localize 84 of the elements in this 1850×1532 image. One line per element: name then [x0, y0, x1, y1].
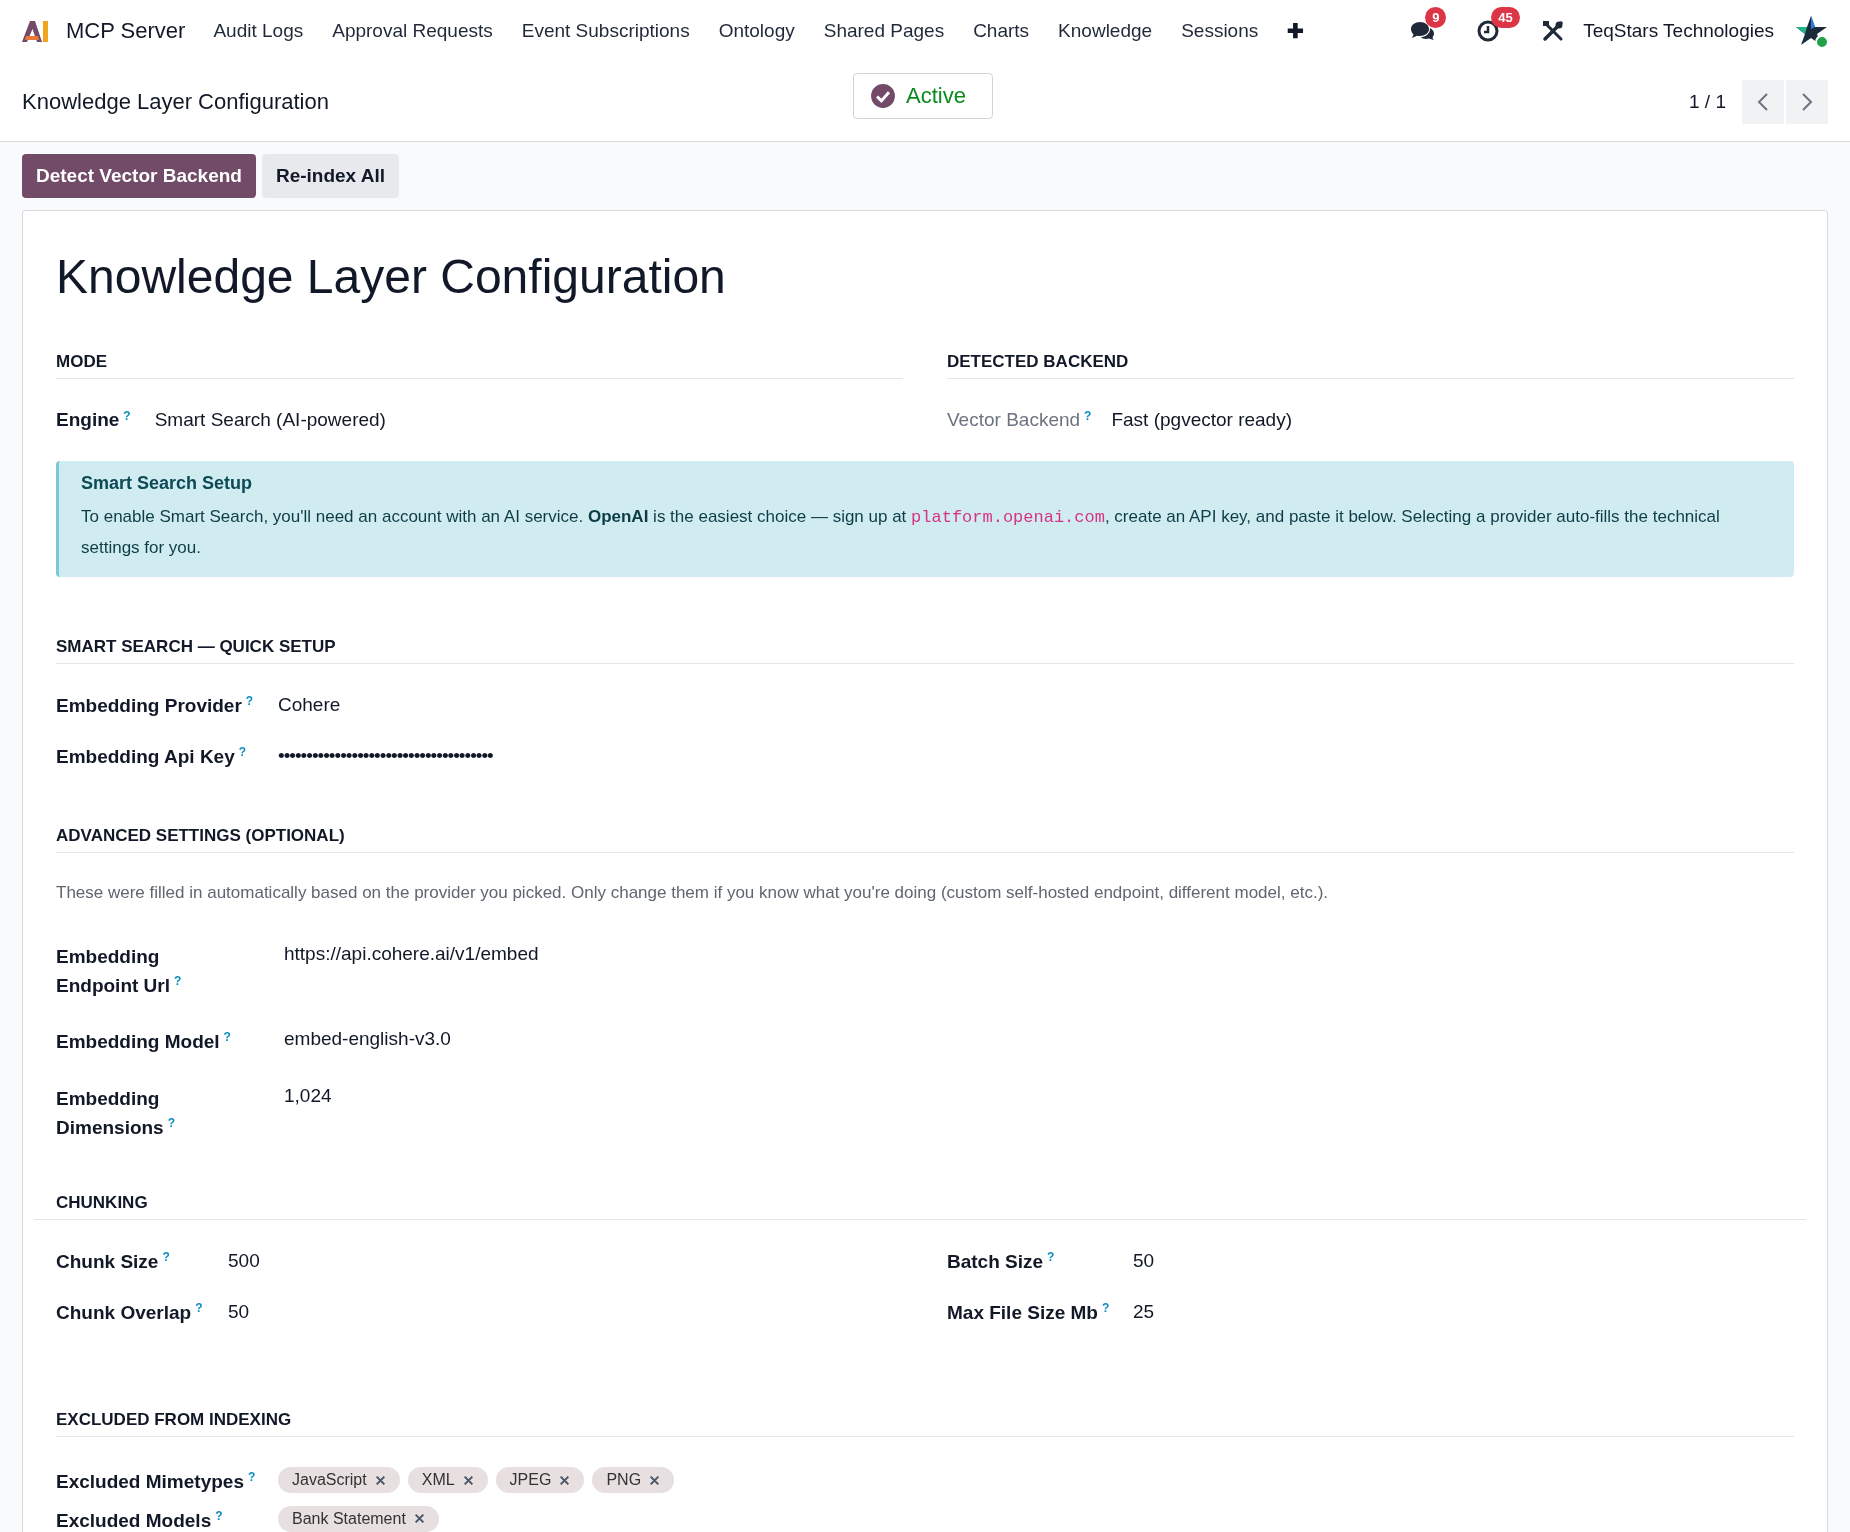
field-label: Engine [56, 409, 120, 431]
field-value[interactable]: 500 [228, 1249, 260, 1272]
alert-text: To enable Smart Search, you'll need an account with an AI service. OpenAI is the easiest choice — sign up at platform.openai.com, create an API key, and paste it below. Selecting a provider auto-fills the technical settings for you. [81, 506, 1721, 559]
section-heading: CHUNKING [34, 1192, 1806, 1220]
remove-icon[interactable] [374, 1474, 386, 1486]
menu-item[interactable]: Audit Logs [213, 20, 304, 42]
field-value[interactable]: 1,024 [284, 1085, 332, 1108]
menu-item[interactable]: Ontology [718, 20, 795, 42]
menu-item[interactable]: Shared Pages [823, 20, 945, 42]
tag-chip[interactable]: JavaScript [278, 1467, 400, 1494]
help-text: These were filled in automatically based on the provider you picked. Only change them if you know what you're doing (custom self-hosted endpoint, different model, etc.). [56, 883, 1329, 904]
previous-button[interactable] [1742, 79, 1784, 124]
field-value[interactable]: •••••••••••••••••••••••••••••••••••••• [278, 744, 493, 767]
field-label: Chunk Overlap $^{?}$ [56, 1300, 204, 1325]
remove-icon[interactable] [559, 1474, 571, 1486]
tools-icon[interactable] [1541, 19, 1566, 43]
field-label: Chunk Size $^{?}$ [56, 1249, 171, 1273]
field-label: Embedding Provider $^{?}$ [56, 693, 255, 717]
field-label: Batch Size $^{?}$ [947, 1249, 1056, 1273]
pager-value: 1 / 1 [1689, 90, 1726, 113]
section-heading: EXCLUDED FROM INDEXING [56, 1410, 1794, 1438]
status-button[interactable]: Active [853, 73, 993, 119]
field-value[interactable]: 25 [1133, 1300, 1155, 1323]
help-tooltip[interactable]: ? [195, 1300, 203, 1315]
action-button[interactable]: Detect Vector Backend [22, 154, 256, 198]
menu-item[interactable]: Event Subscriptions [521, 20, 690, 42]
notification-badge: 9 [1425, 7, 1447, 28]
logo-icon[interactable] [20, 18, 50, 44]
help-tooltip[interactable]: ? [245, 693, 254, 708]
help-tooltip[interactable]: ? [1047, 1249, 1055, 1264]
company-name[interactable]: TeqStars Technologies [1583, 20, 1774, 42]
tag-chip[interactable]: PNG [592, 1467, 675, 1494]
field-label: Excluded Mimetypes $^{?}$ [56, 1469, 257, 1494]
status-label: Active [906, 83, 966, 109]
help-tooltip[interactable]: ? [215, 1508, 223, 1523]
tag-chip[interactable]: JPEG [495, 1467, 585, 1494]
chevron-left-icon [1757, 91, 1769, 112]
field-value[interactable]: 50 [228, 1300, 250, 1323]
help-tooltip[interactable]: ? [174, 973, 182, 988]
help-tooltip[interactable]: ? [1084, 409, 1092, 423]
remove-icon[interactable] [462, 1474, 474, 1486]
add-menu-button[interactable]: ✚ [1287, 19, 1305, 43]
help-tooltip[interactable]: ? [162, 1249, 170, 1264]
help-tooltip[interactable]: ? [223, 1030, 231, 1045]
breadcrumb: Knowledge Layer Configuration [22, 88, 329, 115]
help-tooltip[interactable]: ? [123, 409, 131, 423]
avatar-icon[interactable] [1796, 14, 1830, 48]
field-value[interactable]: Smart Search (AI-powered) [154, 409, 386, 431]
field-label: Embedding Model $^{?}$ [56, 1029, 232, 1055]
section-heading: SMART SEARCH — QUICK SETUP [56, 636, 1794, 664]
next-button[interactable] [1786, 79, 1828, 124]
menu-item[interactable]: Knowledge [1058, 20, 1153, 42]
field-label: Embedding Api Key $^{?}$ [56, 744, 248, 769]
field-label: Vector Backend [947, 409, 1081, 431]
menu-item[interactable]: Charts [973, 20, 1030, 42]
check-circle-icon [870, 83, 896, 109]
section-heading: MODE [56, 352, 903, 379]
menu-item[interactable]: Approval Requests [332, 20, 493, 42]
remove-icon[interactable] [649, 1474, 661, 1486]
notification-badge: 45 [1491, 7, 1520, 28]
field-value[interactable]: Cohere [278, 693, 341, 716]
field-value[interactable]: 50 [1133, 1249, 1155, 1272]
help-tooltip[interactable]: ? [238, 744, 247, 759]
chevron-right-icon [1801, 91, 1813, 112]
help-tooltip[interactable]: ? [167, 1115, 176, 1130]
help-tooltip[interactable]: ? [1102, 1300, 1110, 1315]
alert-title: Smart Search Setup [81, 473, 254, 494]
field-value[interactable]: embed-english-v3.0 [284, 1028, 451, 1051]
section-heading: DETECTED BACKEND [947, 352, 1794, 379]
form-title: Knowledge Layer Configuration [56, 249, 727, 304]
field-label: Embedding Endpoint Url $^{?}$ [56, 945, 183, 998]
field-label: Embedding Dimensions $^{?}$ [56, 1087, 177, 1141]
field-value: Fast (pgvector ready) [1111, 409, 1292, 431]
menu-item[interactable]: Sessions [1181, 20, 1259, 42]
help-tooltip[interactable]: ? [247, 1470, 256, 1485]
tag-chip[interactable]: Bank Statement [278, 1505, 439, 1532]
action-button[interactable]: Re-index All [261, 154, 399, 198]
field-label: Max File Size Mb $^{?}$ [947, 1300, 1111, 1325]
app-name[interactable]: MCP Server [66, 18, 186, 44]
field-label: Excluded Models $^{?}$ [56, 1507, 224, 1532]
remove-icon[interactable] [413, 1513, 425, 1525]
section-heading: ADVANCED SETTINGS (OPTIONAL) [56, 826, 1794, 854]
tag-chip[interactable]: XML [407, 1467, 488, 1494]
field-value[interactable]: https://api.cohere.ai/v1/embed [284, 943, 539, 966]
